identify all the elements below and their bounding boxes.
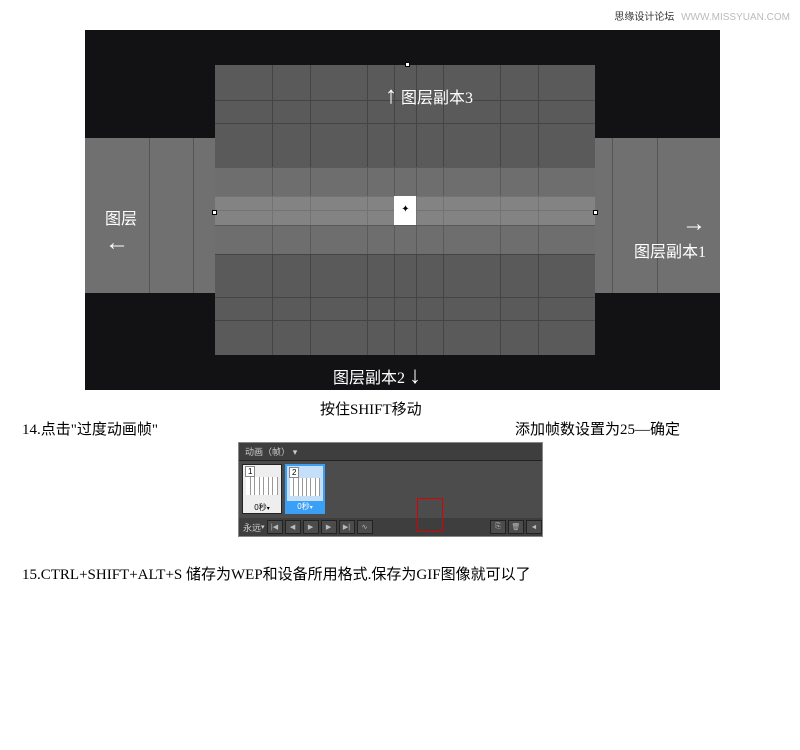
- label-top: 图层副本3: [401, 90, 473, 107]
- panel-header: 动画（帧） ▾: [239, 443, 542, 461]
- loop-label[interactable]: 永远: [243, 521, 261, 534]
- last-frame-button[interactable]: ▶|: [339, 520, 355, 534]
- watermark-cn: 思缘设计论坛: [614, 12, 674, 23]
- arrow-up-icon: ↑ 图层副本3: [385, 82, 473, 110]
- arrow-left-icon: ←: [105, 229, 137, 257]
- arrow-down-icon: ↓: [409, 362, 421, 389]
- layer-diagram: ✦ ↑ 图层副本3 图层 ← → 图层副本1 图层副本2 ↓: [85, 30, 720, 390]
- next-frame-button[interactable]: ▶: [321, 520, 337, 534]
- label-right-group: → 图层副本1: [634, 210, 706, 262]
- new-frame-button[interactable]: ⎘: [490, 520, 506, 534]
- scroll-button[interactable]: ◄: [526, 520, 542, 534]
- frame-2-num: 2: [289, 467, 299, 478]
- label-right: 图层副本1: [634, 238, 706, 262]
- play-button[interactable]: ▶: [303, 520, 319, 534]
- step-15: 15.CTRL+SHIFT+ALT+S 储存为WEP和设备所用格式.保存为GIF…: [22, 563, 531, 584]
- label-bottom: 图层副本2: [333, 370, 405, 387]
- red-highlight: [417, 498, 443, 532]
- panel-title: 动画（帧）: [245, 447, 290, 457]
- watermark-url: WWW.MISSYUAN.COM: [681, 12, 790, 23]
- frame-2-time: 0秒: [297, 502, 309, 511]
- frame-1-time: 0秒: [254, 503, 266, 512]
- animation-panel: 动画（帧） ▾ 1 0秒▾ 2 0秒▾ 永远▾ |◀ ◀ ▶ ▶ ▶| ∿ ⎘ …: [238, 442, 543, 537]
- frame-1-num: 1: [245, 466, 255, 477]
- arrow-right-icon: →: [634, 210, 706, 238]
- first-frame-button[interactable]: |◀: [267, 520, 283, 534]
- frame-1[interactable]: 1 0秒▾: [242, 464, 282, 514]
- prev-frame-button[interactable]: ◀: [285, 520, 301, 534]
- label-bottom-group: 图层副本2 ↓: [333, 362, 421, 390]
- step-14-left: 14.点击"过度动画帧": [22, 418, 158, 439]
- step-14-right: 添加帧数设置为25—确定: [515, 418, 680, 439]
- watermark: 思缘设计论坛 WWW.MISSYUAN.COM: [614, 8, 790, 23]
- caption-shift: 按住SHIFT移动: [320, 398, 422, 419]
- tween-button[interactable]: ∿: [357, 520, 373, 534]
- label-left-group: 图层 ←: [105, 205, 137, 257]
- label-left: 图层: [105, 205, 137, 229]
- delete-frame-button[interactable]: 🗑: [508, 520, 524, 534]
- frame-2[interactable]: 2 0秒▾: [285, 464, 325, 514]
